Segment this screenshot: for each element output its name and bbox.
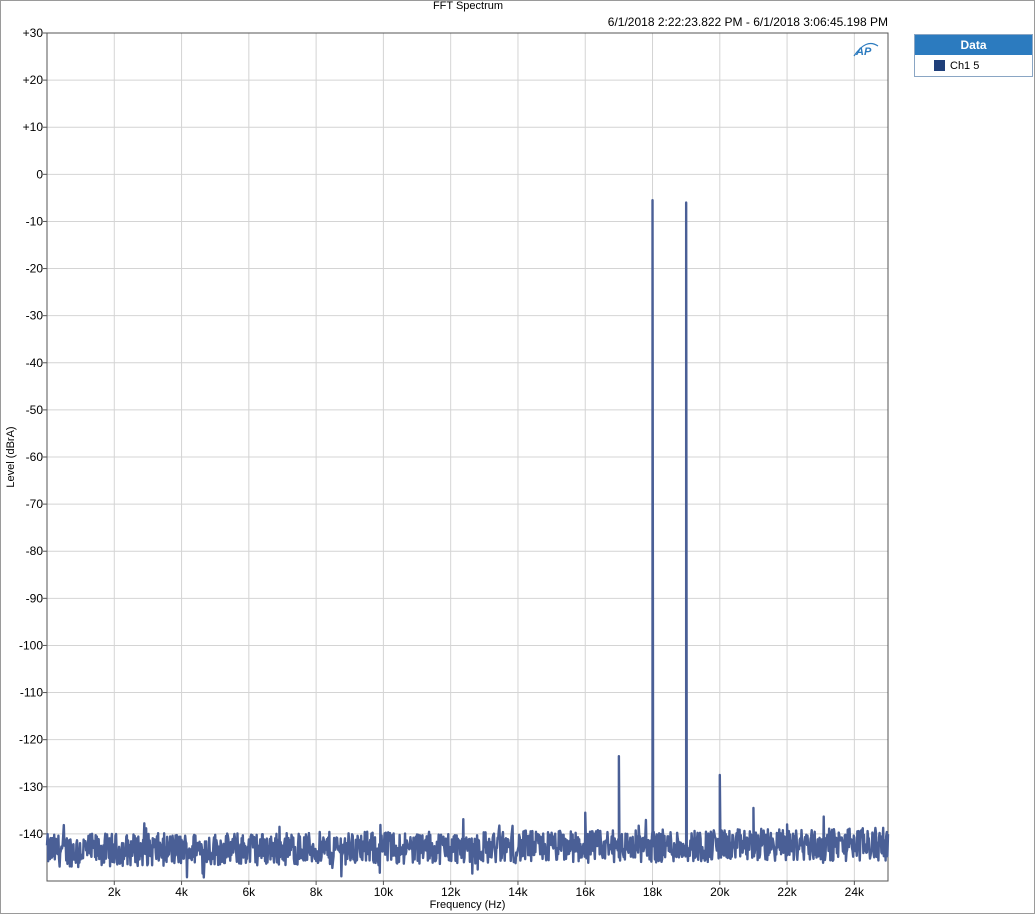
y-tick-label: -100 bbox=[19, 638, 43, 652]
peak-point bbox=[652, 199, 654, 201]
legend-label: Ch1 5 bbox=[950, 59, 980, 72]
y-tick-label: +10 bbox=[23, 120, 44, 134]
y-tick-label: +20 bbox=[23, 73, 44, 87]
peak-point bbox=[786, 823, 788, 825]
y-tick-label: +30 bbox=[23, 26, 44, 40]
y-tick-label: -60 bbox=[26, 450, 44, 464]
peak-point bbox=[618, 755, 620, 757]
legend-item[interactable]: Ch1 5 bbox=[915, 55, 1032, 76]
y-tick-label: -10 bbox=[26, 214, 44, 228]
fft-chart: 2k 4k 6k 8k 10k 12k 14k 16k 18k 20k 22k 24k +30 +20 +1… bbox=[5, 26, 890, 911]
x-tick-label: 6k bbox=[242, 885, 256, 899]
ap-logo-icon: AP bbox=[853, 43, 879, 58]
legend-swatch bbox=[934, 60, 945, 71]
x-tick-label: 24k bbox=[845, 885, 865, 899]
x-tick-label: 20k bbox=[710, 885, 730, 899]
y-tick-label: -90 bbox=[26, 591, 44, 605]
y-tick-label: -20 bbox=[26, 262, 44, 276]
legend-title: Data bbox=[915, 35, 1032, 55]
x-tick-label: 18k bbox=[643, 885, 663, 899]
x-tick-label: 16k bbox=[576, 885, 596, 899]
svg-text:AP: AP bbox=[855, 46, 872, 58]
y-tick-label: 0 bbox=[36, 167, 43, 181]
y-tick-label: -70 bbox=[26, 497, 44, 511]
y-tick-label: -30 bbox=[26, 309, 44, 323]
y-tick-label: -50 bbox=[26, 403, 44, 417]
x-tick-label: 2k bbox=[108, 885, 122, 899]
x-tick-label: 8k bbox=[310, 885, 324, 899]
y-tick-label: -120 bbox=[19, 733, 43, 747]
peak-point bbox=[584, 812, 586, 814]
y-tick-label: -140 bbox=[19, 827, 43, 841]
y-tick-label: -80 bbox=[26, 544, 44, 558]
peak-point bbox=[752, 807, 754, 809]
x-tick-label: 12k bbox=[441, 885, 461, 899]
x-tick-label: 4k bbox=[175, 885, 189, 899]
x-tick-label: 22k bbox=[777, 885, 797, 899]
y-tick-label: -110 bbox=[20, 686, 43, 700]
y-axis-label: Level (dBrA) bbox=[5, 426, 17, 487]
legend: Data Ch1 5 bbox=[914, 34, 1033, 77]
peak-point bbox=[719, 774, 721, 776]
x-tick-label: 10k bbox=[374, 885, 394, 899]
peak-point bbox=[685, 202, 687, 204]
y-tick-label: -130 bbox=[19, 780, 43, 794]
y-tick-label: -40 bbox=[26, 356, 44, 370]
x-axis-label: Frequency (Hz) bbox=[430, 899, 506, 911]
x-tick-label: 14k bbox=[508, 885, 528, 899]
